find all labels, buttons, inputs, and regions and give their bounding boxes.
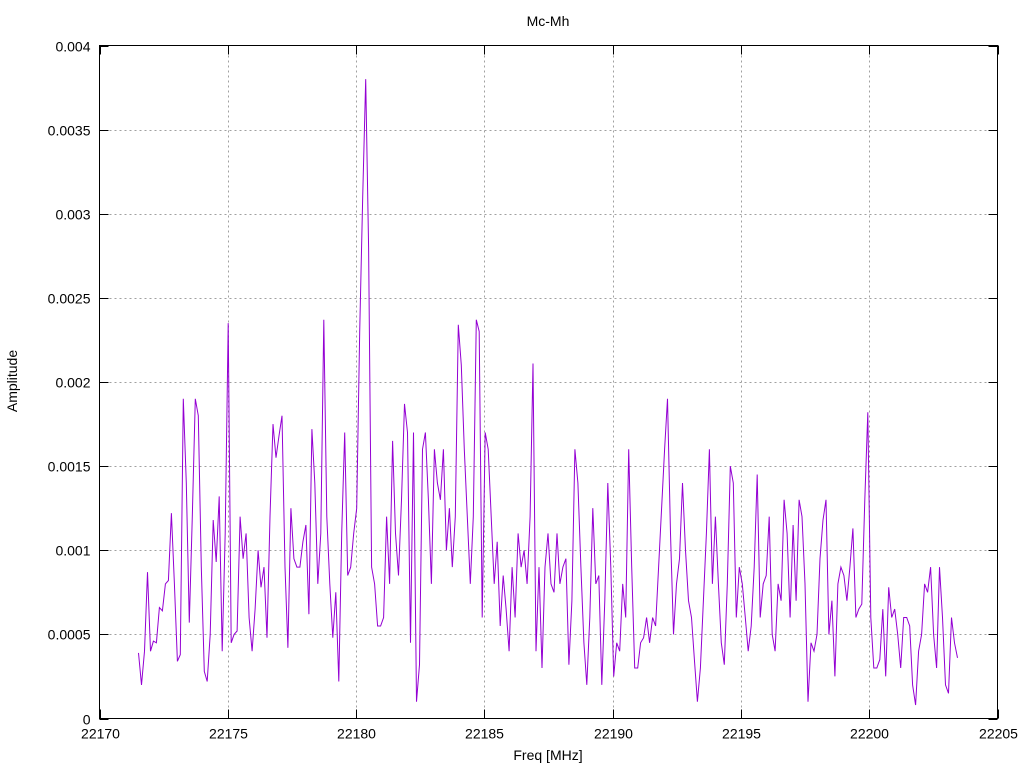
x-tick-label: 22195 [722, 726, 761, 742]
y-tick-label: 0.001 [55, 543, 90, 559]
y-tick-label: 0.0025 [48, 291, 91, 307]
x-tick-label: 22175 [209, 726, 248, 742]
y-tick-label: 0.004 [55, 39, 90, 55]
chart-title: Mc-Mh [527, 13, 570, 29]
x-tick-label: 22180 [337, 726, 376, 742]
grid [99, 45, 998, 719]
x-tick-labels: 22170 22175 22180 22185 22190 22195 22200 22205 [81, 726, 1018, 742]
y-tick-label: 0.002 [55, 375, 90, 391]
y-tick-label: 0.003 [55, 207, 90, 223]
x-tick-label: 22170 [81, 726, 120, 742]
y-tick-labels: 0 0.0005 0.001 0.0015 0.002 0.0025 0.003 0.0035… [48, 39, 91, 728]
line-chart: Mc-Mh Freq [MHz] Amplitude 22170 22175 221… [4, 13, 1018, 763]
y-axis-label: Amplitude [4, 350, 20, 412]
y-tick-label: 0.0015 [48, 459, 91, 475]
y-tick-label: 0.0005 [48, 627, 91, 643]
x-tick-label: 22190 [594, 726, 633, 742]
y-tick-label: 0.0035 [48, 123, 91, 139]
y-tick-label: 0 [83, 712, 91, 728]
series-line-mc-mh [138, 79, 958, 706]
x-axis-label: Freq [MHz] [513, 747, 582, 763]
x-tick-label: 22205 [979, 726, 1018, 742]
plot-border [99, 45, 998, 719]
axis-ticks [99, 45, 999, 720]
x-tick-label: 22200 [850, 726, 889, 742]
x-tick-label: 22185 [465, 726, 504, 742]
